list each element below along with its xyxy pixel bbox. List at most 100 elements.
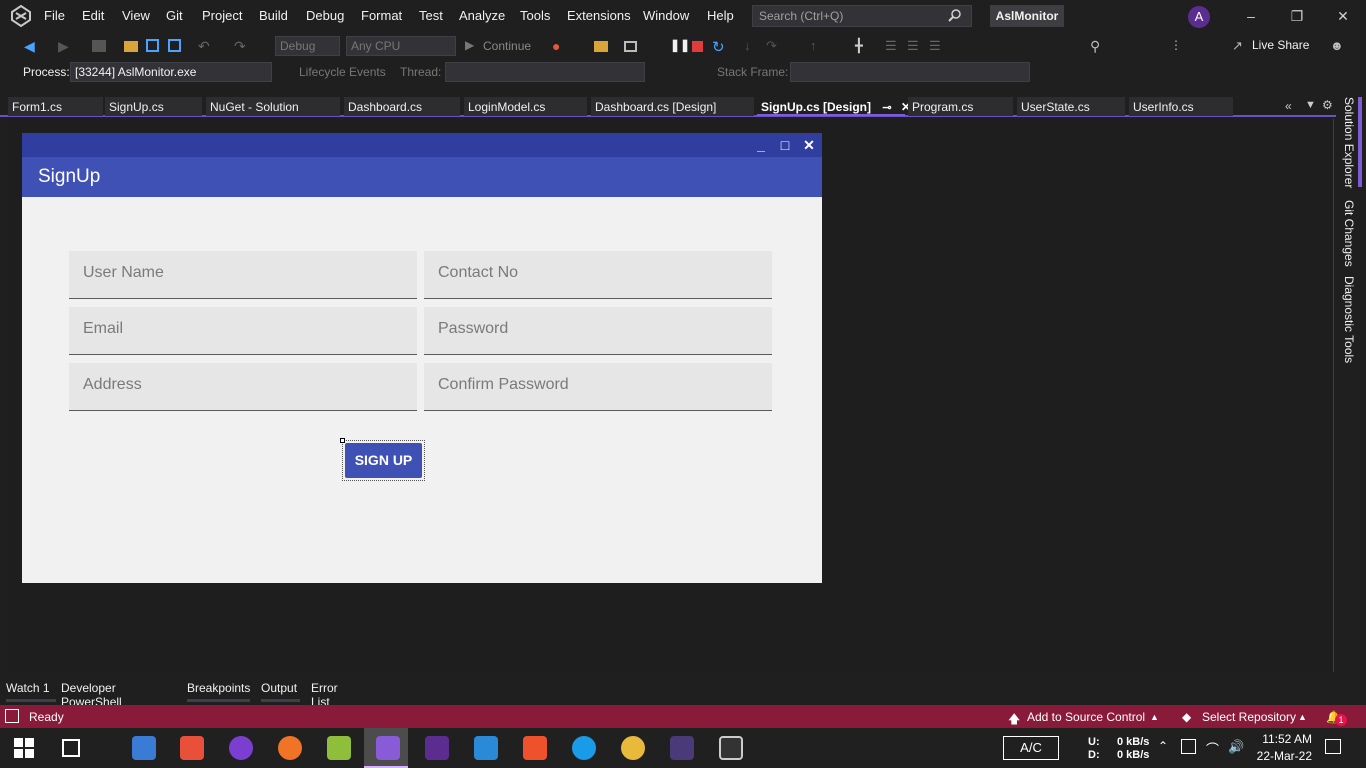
signup-button[interactable]: SIGN UP: [345, 443, 422, 478]
github-desktop-app-icon[interactable]: [229, 736, 253, 760]
username-field[interactable]: User Name: [69, 251, 417, 299]
tab-dashboard-design[interactable]: Dashboard.cs [Design]: [591, 97, 754, 116]
pin-icon[interactable]: ⊸: [882, 102, 891, 114]
skype-app-icon[interactable]: [572, 736, 596, 760]
zoom-icon[interactable]: ⚲: [1090, 38, 1106, 54]
tab-signup-design[interactable]: SignUp.cs [Design] ⊸ ✕: [757, 97, 911, 116]
thread-select[interactable]: [445, 62, 645, 82]
menu-build[interactable]: Build: [259, 8, 288, 23]
add-to-source-control-button[interactable]: Add to Source Control: [1027, 710, 1145, 724]
system-tray-app-icon[interactable]: [1181, 739, 1196, 754]
menu-file[interactable]: File: [44, 8, 65, 23]
menu-window[interactable]: Window: [643, 8, 689, 23]
file-explorer-app-icon[interactable]: [132, 736, 156, 760]
navigate-back-icon[interactable]: ◀: [24, 38, 40, 54]
feedback-icon[interactable]: ☻: [1330, 38, 1346, 54]
windows-start-icon[interactable]: [14, 738, 34, 758]
lifecycle-events-dropdown[interactable]: Lifecycle Events: [299, 65, 386, 79]
align-centers-icon[interactable]: ☰: [907, 38, 923, 54]
configuration-select[interactable]: Debug: [275, 36, 340, 56]
search-icon[interactable]: [948, 8, 962, 22]
tab-loginmodel-cs[interactable]: LoginModel.cs: [464, 97, 587, 116]
clock-date[interactable]: 22-Mar-22: [1252, 749, 1312, 763]
menu-project[interactable]: Project: [202, 8, 242, 23]
tab-watch-1[interactable]: Watch 1: [6, 681, 56, 702]
remote-desktop-app-icon[interactable]: [719, 736, 743, 760]
pause-icon[interactable]: ❚❚: [670, 38, 690, 54]
menu-debug[interactable]: Debug: [306, 8, 344, 23]
close-icon[interactable]: ✕: [1334, 7, 1352, 25]
side-tab-git-changes[interactable]: Git Changes: [1342, 200, 1356, 267]
menu-format[interactable]: Format: [361, 8, 402, 23]
form-maximize-icon[interactable]: □: [777, 137, 793, 153]
side-tab-diagnostic-tools[interactable]: Diagnostic Tools: [1342, 276, 1356, 363]
restart-icon[interactable]: ↻: [712, 38, 728, 56]
stack-frame-select[interactable]: [790, 62, 1030, 82]
menu-test[interactable]: Test: [419, 8, 443, 23]
action-center-icon[interactable]: [1325, 739, 1341, 754]
clock-time[interactable]: 11:52 AM: [1252, 732, 1312, 746]
window-layout-icon[interactable]: [624, 41, 637, 52]
chrome-app-icon[interactable]: [621, 736, 645, 760]
process-select[interactable]: [33244] AslMonitor.exe: [70, 62, 272, 82]
tab-signup-cs[interactable]: SignUp.cs: [105, 97, 202, 116]
form-close-icon[interactable]: ✕: [801, 137, 817, 153]
repository-caret-icon[interactable]: ▲: [1298, 712, 1307, 722]
menu-edit[interactable]: Edit: [82, 8, 104, 23]
toolbar-overflow-icon[interactable]: ⋮: [1170, 38, 1186, 54]
address-field[interactable]: Address: [69, 363, 417, 411]
save-all-icon[interactable]: [168, 39, 181, 52]
tab-userinfo-cs[interactable]: UserInfo.cs: [1129, 97, 1233, 116]
tab-nuget-solution[interactable]: NuGet - Solution: [206, 97, 340, 116]
stop-icon[interactable]: [692, 41, 703, 52]
password-field[interactable]: Password: [424, 307, 772, 355]
source-control-caret-icon[interactable]: ▲: [1150, 712, 1159, 722]
menu-view[interactable]: View: [122, 8, 150, 23]
side-tab-solution-explorer[interactable]: Solution Explorer: [1342, 97, 1356, 188]
scroll-tabs-icon[interactable]: «: [1285, 99, 1292, 113]
tab-dashboard-cs[interactable]: Dashboard.cs: [344, 97, 460, 116]
redo-icon[interactable]: ↷: [234, 38, 250, 54]
confirm-password-field[interactable]: Confirm Password: [424, 363, 772, 411]
continue-label[interactable]: Continue: [483, 39, 531, 53]
tab-list-dropdown-icon[interactable]: ▼: [1305, 99, 1316, 111]
pycharm-app-icon[interactable]: [327, 736, 351, 760]
resize-handle[interactable]: [340, 438, 345, 443]
undo-icon[interactable]: ↶: [198, 38, 214, 54]
menu-help[interactable]: Help: [707, 8, 734, 23]
minimize-icon[interactable]: –: [1242, 7, 1260, 25]
tab-output[interactable]: Output: [261, 681, 300, 702]
visual-studio-logo-icon[interactable]: [10, 5, 32, 27]
align-grid-icon[interactable]: ╋: [855, 38, 871, 54]
step-into-icon[interactable]: ↓: [744, 38, 760, 54]
menu-tools[interactable]: Tools: [520, 8, 550, 23]
menu-analyze[interactable]: Analyze: [459, 8, 505, 23]
vscode-app-icon[interactable]: [474, 736, 498, 760]
live-share-icon[interactable]: ↗: [1232, 38, 1248, 54]
new-project-icon[interactable]: [92, 40, 106, 52]
tab-settings-gear-icon[interactable]: ⚙: [1322, 98, 1333, 112]
brave-browser-app-icon[interactable]: [523, 736, 547, 760]
contact-field[interactable]: Contact No: [424, 251, 772, 299]
tab-userstate-cs[interactable]: UserState.cs: [1017, 97, 1125, 116]
live-share-button[interactable]: Live Share: [1252, 38, 1309, 52]
save-icon[interactable]: [146, 39, 159, 52]
restore-icon[interactable]: ❐: [1288, 7, 1306, 25]
hot-reload-icon[interactable]: ●: [552, 38, 568, 54]
task-view-icon[interactable]: [62, 739, 80, 757]
terminal-app-icon[interactable]: [670, 736, 694, 760]
tab-form1-cs[interactable]: Form1.cs: [8, 97, 103, 116]
menu-git[interactable]: Git: [166, 8, 183, 23]
continue-icon[interactable]: ▶: [465, 38, 481, 54]
visual-studio-app-icon[interactable]: [376, 736, 400, 760]
visual-studio-preview-app-icon[interactable]: [425, 736, 449, 760]
email-field[interactable]: Email: [69, 307, 417, 355]
tab-breakpoints[interactable]: Breakpoints: [187, 681, 250, 702]
open-file-icon[interactable]: [594, 41, 608, 52]
git-gui-app-icon[interactable]: [180, 736, 204, 760]
keyboard-indicator[interactable]: A/C: [1003, 736, 1059, 760]
signup-form-window[interactable]: [22, 133, 822, 583]
open-folder-icon[interactable]: [124, 41, 138, 52]
menu-extensions[interactable]: Extensions: [567, 8, 631, 23]
search-input[interactable]: Search (Ctrl+Q): [752, 5, 972, 27]
